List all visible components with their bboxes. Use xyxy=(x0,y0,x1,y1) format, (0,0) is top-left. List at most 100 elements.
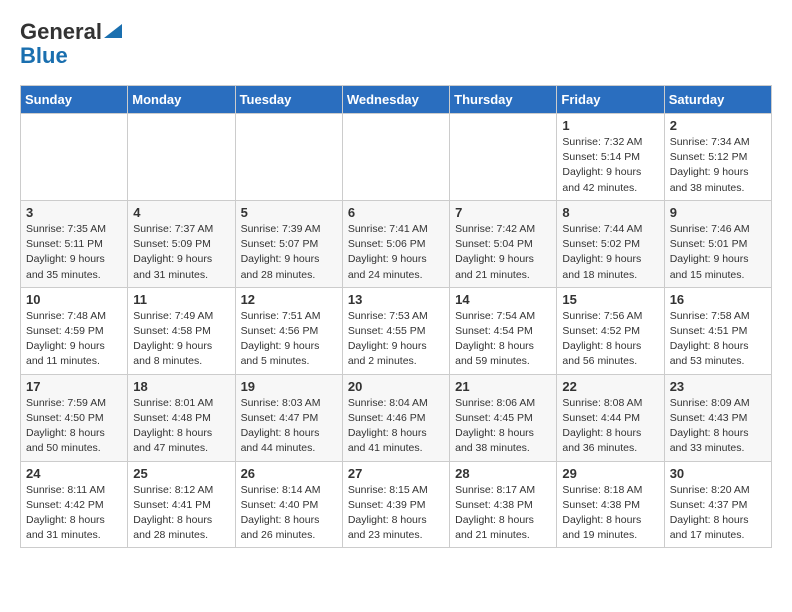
day-number: 2 xyxy=(670,118,766,133)
calendar-day-28: 28 Sunrise: 8:17 AMSunset: 4:38 PMDayligh… xyxy=(450,461,557,548)
calendar-header-wednesday: Wednesday xyxy=(342,86,449,114)
day-number: 8 xyxy=(562,205,658,220)
day-info: Sunrise: 8:11 AMSunset: 4:42 PMDaylight:… xyxy=(26,483,122,544)
calendar-day-30: 30 Sunrise: 8:20 AMSunset: 4:37 PMDayligh… xyxy=(664,461,771,548)
calendar-day-14: 14Sunrise: 7:54 AMSunset: 4:54 PMDayligh… xyxy=(450,287,557,374)
calendar-day-29: 29 Sunrise: 8:18 AMSunset: 4:38 PMDayligh… xyxy=(557,461,664,548)
day-info: Sunrise: 7:37 AMSunset: 5:09 PMDaylight:… xyxy=(133,222,229,283)
day-number: 4 xyxy=(133,205,229,220)
day-info: Sunrise: 8:20 AMSunset: 4:37 PMDaylight:… xyxy=(670,483,766,544)
day-info: Sunrise: 7:48 AMSunset: 4:59 PMDaylight:… xyxy=(26,309,122,370)
day-info: Sunrise: 7:58 AMSunset: 4:51 PMDaylight:… xyxy=(670,309,766,370)
day-info: Sunrise: 7:46 AMSunset: 5:01 PMDaylight:… xyxy=(670,222,766,283)
calendar-day-4: 4 Sunrise: 7:37 AMSunset: 5:09 PMDaylight… xyxy=(128,200,235,287)
logo-arrow-icon xyxy=(104,24,122,38)
logo-text-blue: Blue xyxy=(20,43,68,69)
calendar-header-tuesday: Tuesday xyxy=(235,86,342,114)
calendar-day-20: 20 Sunrise: 8:04 AMSunset: 4:46 PMDayligh… xyxy=(342,374,449,461)
day-number: 27 xyxy=(348,466,444,481)
calendar-header-friday: Friday xyxy=(557,86,664,114)
calendar-week-row: 1 Sunrise: 7:32 AMSunset: 5:14 PMDaylight… xyxy=(21,114,772,201)
calendar-day-17: 17Sunrise: 7:59 AMSunset: 4:50 PMDayligh… xyxy=(21,374,128,461)
calendar-day-23: 23Sunrise: 8:09 AMSunset: 4:43 PMDayligh… xyxy=(664,374,771,461)
day-number: 9 xyxy=(670,205,766,220)
calendar-day-10: 10Sunrise: 7:48 AMSunset: 4:59 PMDayligh… xyxy=(21,287,128,374)
calendar-week-row: 24 Sunrise: 8:11 AMSunset: 4:42 PMDayligh… xyxy=(21,461,772,548)
calendar-header-thursday: Thursday xyxy=(450,86,557,114)
day-number: 16 xyxy=(670,292,766,307)
day-number: 29 xyxy=(562,466,658,481)
calendar-day-18: 18Sunrise: 8:01 AMSunset: 4:48 PMDayligh… xyxy=(128,374,235,461)
day-number: 3 xyxy=(26,205,122,220)
calendar-day-22: 22Sunrise: 8:08 AMSunset: 4:44 PMDayligh… xyxy=(557,374,664,461)
day-info: Sunrise: 7:59 AMSunset: 4:50 PMDaylight:… xyxy=(26,396,122,457)
day-number: 7 xyxy=(455,205,551,220)
empty-day xyxy=(128,114,235,201)
day-number: 15 xyxy=(562,292,658,307)
calendar-day-15: 15 Sunrise: 7:56 AMSunset: 4:52 PMDayligh… xyxy=(557,287,664,374)
empty-day xyxy=(342,114,449,201)
calendar-day-21: 21 Sunrise: 8:06 AMSunset: 4:45 PMDayligh… xyxy=(450,374,557,461)
day-info: Sunrise: 7:39 AMSunset: 5:07 PMDaylight:… xyxy=(241,222,337,283)
calendar-week-row: 10Sunrise: 7:48 AMSunset: 4:59 PMDayligh… xyxy=(21,287,772,374)
day-info: Sunrise: 8:18 AMSunset: 4:38 PMDaylight:… xyxy=(562,483,658,544)
day-info: Sunrise: 7:51 AMSunset: 4:56 PMDaylight:… xyxy=(241,309,337,370)
calendar-week-row: 3Sunrise: 7:35 AMSunset: 5:11 PMDaylight… xyxy=(21,200,772,287)
calendar-day-6: 6Sunrise: 7:41 AMSunset: 5:06 PMDaylight… xyxy=(342,200,449,287)
calendar-day-1: 1 Sunrise: 7:32 AMSunset: 5:14 PMDaylight… xyxy=(557,114,664,201)
calendar-day-13: 13Sunrise: 7:53 AMSunset: 4:55 PMDayligh… xyxy=(342,287,449,374)
empty-day xyxy=(450,114,557,201)
day-number: 24 xyxy=(26,466,122,481)
day-info: Sunrise: 8:14 AMSunset: 4:40 PMDaylight:… xyxy=(241,483,337,544)
calendar-header-row: SundayMondayTuesdayWednesdayThursdayFrid… xyxy=(21,86,772,114)
calendar-day-19: 19 Sunrise: 8:03 AMSunset: 4:47 PMDayligh… xyxy=(235,374,342,461)
page-header: General Blue xyxy=(20,20,772,69)
calendar-day-3: 3Sunrise: 7:35 AMSunset: 5:11 PMDaylight… xyxy=(21,200,128,287)
day-number: 22 xyxy=(562,379,658,394)
day-number: 20 xyxy=(348,379,444,394)
day-info: Sunrise: 8:03 AMSunset: 4:47 PMDaylight:… xyxy=(241,396,337,457)
calendar-day-9: 9 Sunrise: 7:46 AMSunset: 5:01 PMDaylight… xyxy=(664,200,771,287)
calendar-day-11: 11 Sunrise: 7:49 AMSunset: 4:58 PMDayligh… xyxy=(128,287,235,374)
day-number: 6 xyxy=(348,205,444,220)
calendar-day-2: 2 Sunrise: 7:34 AMSunset: 5:12 PMDaylight… xyxy=(664,114,771,201)
day-number: 30 xyxy=(670,466,766,481)
day-number: 25 xyxy=(133,466,229,481)
calendar-table: SundayMondayTuesdayWednesdayThursdayFrid… xyxy=(20,85,772,548)
calendar-week-row: 17Sunrise: 7:59 AMSunset: 4:50 PMDayligh… xyxy=(21,374,772,461)
day-info: Sunrise: 8:15 AMSunset: 4:39 PMDaylight:… xyxy=(348,483,444,544)
day-info: Sunrise: 8:17 AMSunset: 4:38 PMDaylight:… xyxy=(455,483,551,544)
day-number: 1 xyxy=(562,118,658,133)
calendar-day-24: 24 Sunrise: 8:11 AMSunset: 4:42 PMDayligh… xyxy=(21,461,128,548)
day-info: Sunrise: 7:32 AMSunset: 5:14 PMDaylight:… xyxy=(562,135,658,196)
calendar-day-25: 25Sunrise: 8:12 AMSunset: 4:41 PMDayligh… xyxy=(128,461,235,548)
day-number: 21 xyxy=(455,379,551,394)
calendar-header-saturday: Saturday xyxy=(664,86,771,114)
day-info: Sunrise: 8:06 AMSunset: 4:45 PMDaylight:… xyxy=(455,396,551,457)
calendar-day-26: 26 Sunrise: 8:14 AMSunset: 4:40 PMDayligh… xyxy=(235,461,342,548)
calendar-day-8: 8 Sunrise: 7:44 AMSunset: 5:02 PMDaylight… xyxy=(557,200,664,287)
logo-text-general: General xyxy=(20,21,102,43)
calendar-day-12: 12 Sunrise: 7:51 AMSunset: 4:56 PMDayligh… xyxy=(235,287,342,374)
day-number: 11 xyxy=(133,292,229,307)
calendar-header-monday: Monday xyxy=(128,86,235,114)
empty-day xyxy=(21,114,128,201)
day-number: 5 xyxy=(241,205,337,220)
day-number: 19 xyxy=(241,379,337,394)
day-number: 23 xyxy=(670,379,766,394)
day-info: Sunrise: 7:49 AMSunset: 4:58 PMDaylight:… xyxy=(133,309,229,370)
calendar-header-sunday: Sunday xyxy=(21,86,128,114)
day-info: Sunrise: 7:56 AMSunset: 4:52 PMDaylight:… xyxy=(562,309,658,370)
day-number: 18 xyxy=(133,379,229,394)
day-number: 13 xyxy=(348,292,444,307)
day-info: Sunrise: 7:44 AMSunset: 5:02 PMDaylight:… xyxy=(562,222,658,283)
calendar-day-7: 7Sunrise: 7:42 AMSunset: 5:04 PMDaylight… xyxy=(450,200,557,287)
day-number: 12 xyxy=(241,292,337,307)
calendar-day-16: 16 Sunrise: 7:58 AMSunset: 4:51 PMDayligh… xyxy=(664,287,771,374)
day-number: 26 xyxy=(241,466,337,481)
day-info: Sunrise: 7:34 AMSunset: 5:12 PMDaylight:… xyxy=(670,135,766,196)
day-number: 28 xyxy=(455,466,551,481)
logo: General Blue xyxy=(20,20,122,69)
day-info: Sunrise: 7:54 AMSunset: 4:54 PMDaylight:… xyxy=(455,309,551,370)
day-info: Sunrise: 8:04 AMSunset: 4:46 PMDaylight:… xyxy=(348,396,444,457)
